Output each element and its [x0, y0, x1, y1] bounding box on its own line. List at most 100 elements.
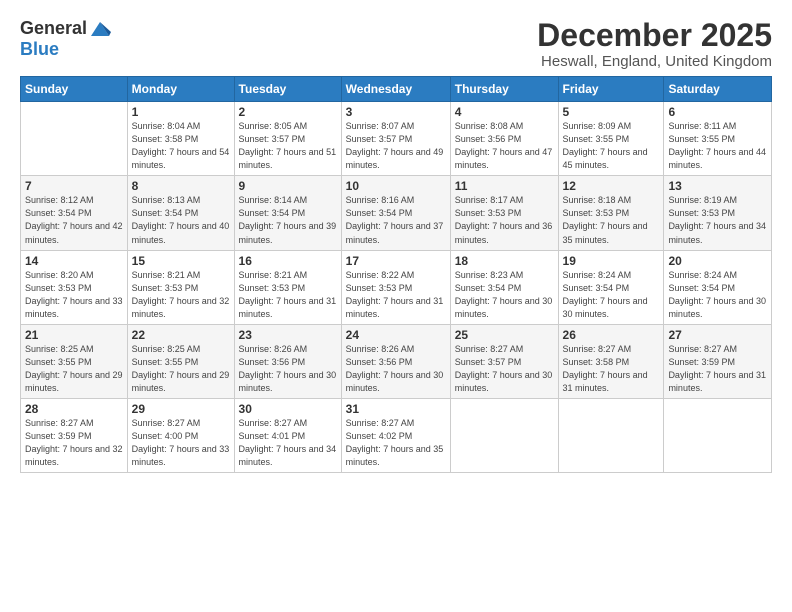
day-number: 11	[455, 179, 554, 193]
day-number: 21	[25, 328, 123, 342]
calendar-day-header: Sunday	[21, 77, 128, 102]
day-number: 12	[563, 179, 660, 193]
calendar-cell: 20Sunrise: 8:24 AM Sunset: 3:54 PM Dayli…	[664, 250, 772, 324]
day-number: 2	[239, 105, 337, 119]
calendar-cell: 21Sunrise: 8:25 AM Sunset: 3:55 PM Dayli…	[21, 324, 128, 398]
day-number: 3	[346, 105, 446, 119]
day-number: 14	[25, 254, 123, 268]
day-info: Sunrise: 8:27 AM Sunset: 4:01 PM Dayligh…	[239, 417, 337, 469]
day-number: 23	[239, 328, 337, 342]
day-info: Sunrise: 8:22 AM Sunset: 3:53 PM Dayligh…	[346, 269, 446, 321]
header: General Blue December 2025 Heswall, Engl…	[20, 18, 772, 70]
calendar-cell: 6Sunrise: 8:11 AM Sunset: 3:55 PM Daylig…	[664, 102, 772, 176]
day-info: Sunrise: 8:27 AM Sunset: 3:59 PM Dayligh…	[25, 417, 123, 469]
calendar-cell: 29Sunrise: 8:27 AM Sunset: 4:00 PM Dayli…	[127, 398, 234, 472]
calendar-day-header: Thursday	[450, 77, 558, 102]
day-number: 30	[239, 402, 337, 416]
day-number: 31	[346, 402, 446, 416]
day-info: Sunrise: 8:12 AM Sunset: 3:54 PM Dayligh…	[25, 194, 123, 246]
day-info: Sunrise: 8:24 AM Sunset: 3:54 PM Dayligh…	[668, 269, 767, 321]
logo-general: General	[20, 19, 87, 39]
day-info: Sunrise: 8:08 AM Sunset: 3:56 PM Dayligh…	[455, 120, 554, 172]
calendar-cell: 22Sunrise: 8:25 AM Sunset: 3:55 PM Dayli…	[127, 324, 234, 398]
day-number: 5	[563, 105, 660, 119]
day-info: Sunrise: 8:09 AM Sunset: 3:55 PM Dayligh…	[563, 120, 660, 172]
calendar-cell: 26Sunrise: 8:27 AM Sunset: 3:58 PM Dayli…	[558, 324, 664, 398]
calendar-cell: 16Sunrise: 8:21 AM Sunset: 3:53 PM Dayli…	[234, 250, 341, 324]
calendar-cell: 15Sunrise: 8:21 AM Sunset: 3:53 PM Dayli…	[127, 250, 234, 324]
day-number: 9	[239, 179, 337, 193]
day-number: 7	[25, 179, 123, 193]
day-number: 10	[346, 179, 446, 193]
day-info: Sunrise: 8:25 AM Sunset: 3:55 PM Dayligh…	[132, 343, 230, 395]
day-info: Sunrise: 8:24 AM Sunset: 3:54 PM Dayligh…	[563, 269, 660, 321]
main-title: December 2025	[537, 18, 772, 53]
calendar-cell: 3Sunrise: 8:07 AM Sunset: 3:57 PM Daylig…	[341, 102, 450, 176]
calendar-cell: 5Sunrise: 8:09 AM Sunset: 3:55 PM Daylig…	[558, 102, 664, 176]
calendar-cell: 25Sunrise: 8:27 AM Sunset: 3:57 PM Dayli…	[450, 324, 558, 398]
calendar-week-row: 28Sunrise: 8:27 AM Sunset: 3:59 PM Dayli…	[21, 398, 772, 472]
day-number: 6	[668, 105, 767, 119]
calendar-cell	[558, 398, 664, 472]
calendar-cell: 27Sunrise: 8:27 AM Sunset: 3:59 PM Dayli…	[664, 324, 772, 398]
calendar-table: SundayMondayTuesdayWednesdayThursdayFrid…	[20, 76, 772, 473]
calendar-day-header: Monday	[127, 77, 234, 102]
day-number: 28	[25, 402, 123, 416]
calendar-cell: 12Sunrise: 8:18 AM Sunset: 3:53 PM Dayli…	[558, 176, 664, 250]
calendar-cell: 17Sunrise: 8:22 AM Sunset: 3:53 PM Dayli…	[341, 250, 450, 324]
calendar-cell	[450, 398, 558, 472]
day-info: Sunrise: 8:19 AM Sunset: 3:53 PM Dayligh…	[668, 194, 767, 246]
calendar-cell: 10Sunrise: 8:16 AM Sunset: 3:54 PM Dayli…	[341, 176, 450, 250]
title-block: December 2025 Heswall, England, United K…	[537, 18, 772, 70]
calendar-cell: 18Sunrise: 8:23 AM Sunset: 3:54 PM Dayli…	[450, 250, 558, 324]
day-info: Sunrise: 8:11 AM Sunset: 3:55 PM Dayligh…	[668, 120, 767, 172]
calendar-week-row: 1Sunrise: 8:04 AM Sunset: 3:58 PM Daylig…	[21, 102, 772, 176]
logo-icon	[89, 18, 111, 40]
day-number: 19	[563, 254, 660, 268]
calendar-day-header: Saturday	[664, 77, 772, 102]
day-number: 15	[132, 254, 230, 268]
day-number: 29	[132, 402, 230, 416]
day-info: Sunrise: 8:07 AM Sunset: 3:57 PM Dayligh…	[346, 120, 446, 172]
calendar-week-row: 21Sunrise: 8:25 AM Sunset: 3:55 PM Dayli…	[21, 324, 772, 398]
day-info: Sunrise: 8:13 AM Sunset: 3:54 PM Dayligh…	[132, 194, 230, 246]
day-number: 16	[239, 254, 337, 268]
calendar-cell: 2Sunrise: 8:05 AM Sunset: 3:57 PM Daylig…	[234, 102, 341, 176]
day-info: Sunrise: 8:27 AM Sunset: 3:58 PM Dayligh…	[563, 343, 660, 395]
day-info: Sunrise: 8:27 AM Sunset: 3:57 PM Dayligh…	[455, 343, 554, 395]
calendar-cell: 9Sunrise: 8:14 AM Sunset: 3:54 PM Daylig…	[234, 176, 341, 250]
day-number: 17	[346, 254, 446, 268]
calendar-cell: 23Sunrise: 8:26 AM Sunset: 3:56 PM Dayli…	[234, 324, 341, 398]
calendar-week-row: 7Sunrise: 8:12 AM Sunset: 3:54 PM Daylig…	[21, 176, 772, 250]
day-number: 22	[132, 328, 230, 342]
page: General Blue December 2025 Heswall, Engl…	[0, 0, 792, 612]
calendar-cell: 11Sunrise: 8:17 AM Sunset: 3:53 PM Dayli…	[450, 176, 558, 250]
day-number: 8	[132, 179, 230, 193]
day-info: Sunrise: 8:27 AM Sunset: 4:02 PM Dayligh…	[346, 417, 446, 469]
day-info: Sunrise: 8:14 AM Sunset: 3:54 PM Dayligh…	[239, 194, 337, 246]
calendar-cell: 30Sunrise: 8:27 AM Sunset: 4:01 PM Dayli…	[234, 398, 341, 472]
day-info: Sunrise: 8:21 AM Sunset: 3:53 PM Dayligh…	[132, 269, 230, 321]
calendar-cell	[21, 102, 128, 176]
day-info: Sunrise: 8:18 AM Sunset: 3:53 PM Dayligh…	[563, 194, 660, 246]
calendar-cell: 28Sunrise: 8:27 AM Sunset: 3:59 PM Dayli…	[21, 398, 128, 472]
day-number: 25	[455, 328, 554, 342]
day-number: 20	[668, 254, 767, 268]
day-info: Sunrise: 8:04 AM Sunset: 3:58 PM Dayligh…	[132, 120, 230, 172]
day-number: 27	[668, 328, 767, 342]
day-info: Sunrise: 8:16 AM Sunset: 3:54 PM Dayligh…	[346, 194, 446, 246]
calendar-cell: 7Sunrise: 8:12 AM Sunset: 3:54 PM Daylig…	[21, 176, 128, 250]
day-info: Sunrise: 8:17 AM Sunset: 3:53 PM Dayligh…	[455, 194, 554, 246]
day-number: 1	[132, 105, 230, 119]
day-info: Sunrise: 8:05 AM Sunset: 3:57 PM Dayligh…	[239, 120, 337, 172]
calendar-day-header: Friday	[558, 77, 664, 102]
calendar-header-row: SundayMondayTuesdayWednesdayThursdayFrid…	[21, 77, 772, 102]
day-info: Sunrise: 8:27 AM Sunset: 3:59 PM Dayligh…	[668, 343, 767, 395]
subtitle: Heswall, England, United Kingdom	[537, 53, 772, 70]
calendar-cell: 14Sunrise: 8:20 AM Sunset: 3:53 PM Dayli…	[21, 250, 128, 324]
calendar-cell: 19Sunrise: 8:24 AM Sunset: 3:54 PM Dayli…	[558, 250, 664, 324]
day-info: Sunrise: 8:25 AM Sunset: 3:55 PM Dayligh…	[25, 343, 123, 395]
day-info: Sunrise: 8:26 AM Sunset: 3:56 PM Dayligh…	[239, 343, 337, 395]
calendar-cell: 8Sunrise: 8:13 AM Sunset: 3:54 PM Daylig…	[127, 176, 234, 250]
day-info: Sunrise: 8:23 AM Sunset: 3:54 PM Dayligh…	[455, 269, 554, 321]
